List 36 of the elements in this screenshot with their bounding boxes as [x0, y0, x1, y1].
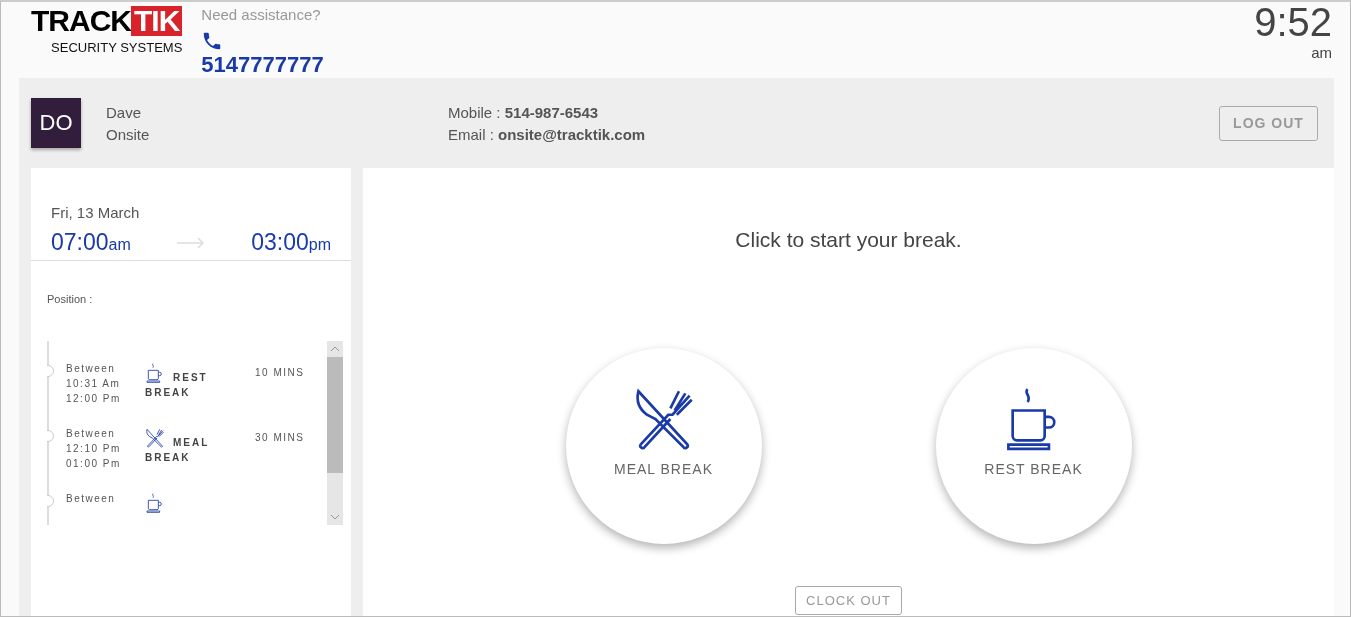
position-label: Position :	[47, 293, 93, 305]
logo: TRACKTIK SECURITY SYSTEMS	[31, 3, 183, 55]
clock-time: 9:52	[1254, 2, 1332, 42]
coffee-cup-icon	[145, 493, 165, 513]
break-from: 12:10 Pm	[66, 443, 122, 454]
shift-start: 07:00am	[51, 229, 131, 256]
scrollbar[interactable]	[327, 341, 343, 525]
assistance-label: Need assistance?	[201, 6, 322, 23]
break-to: 01:00 Pm	[66, 458, 122, 469]
email-line: Email : onsite@tracktik.com	[448, 125, 646, 143]
break-between: Between	[66, 363, 117, 374]
shift-date: Fri, 13 March	[51, 204, 141, 221]
break-from: 10:31 Am	[66, 378, 122, 389]
break-type: BREAK	[145, 387, 192, 398]
first-name: Dave	[106, 103, 143, 121]
break-option-button[interactable]: MEAL BREAK	[565, 348, 762, 544]
arrow-icon	[177, 236, 205, 249]
break-to: 12:00 Pm	[66, 393, 122, 404]
break-option-button[interactable]: REST BREAK	[935, 348, 1132, 544]
break-duration: 30 MINS	[255, 432, 305, 445]
last-name: Onsite	[106, 125, 151, 143]
break-between: Between	[66, 428, 117, 439]
break-duration: 10 MINS	[255, 367, 305, 380]
shift-end: 03:00pm	[251, 229, 331, 256]
clock-period: am	[1311, 44, 1332, 61]
mobile-line: Mobile : 514-987-6543	[448, 103, 600, 121]
break-type: REST	[173, 372, 208, 383]
clock-out-button[interactable]: CLOCK OUT	[795, 586, 902, 615]
break-type: MEAL	[173, 437, 210, 448]
break-type: BREAK	[145, 452, 192, 463]
coffee-cup-icon	[145, 363, 165, 383]
fork-and-knife-icon	[145, 428, 165, 448]
break-prompt: Click to start your break.	[735, 228, 962, 252]
phone-number[interactable]: 5147777777	[201, 53, 324, 77]
user-avatar: DO	[31, 98, 81, 148]
break-between: Between	[66, 493, 117, 504]
